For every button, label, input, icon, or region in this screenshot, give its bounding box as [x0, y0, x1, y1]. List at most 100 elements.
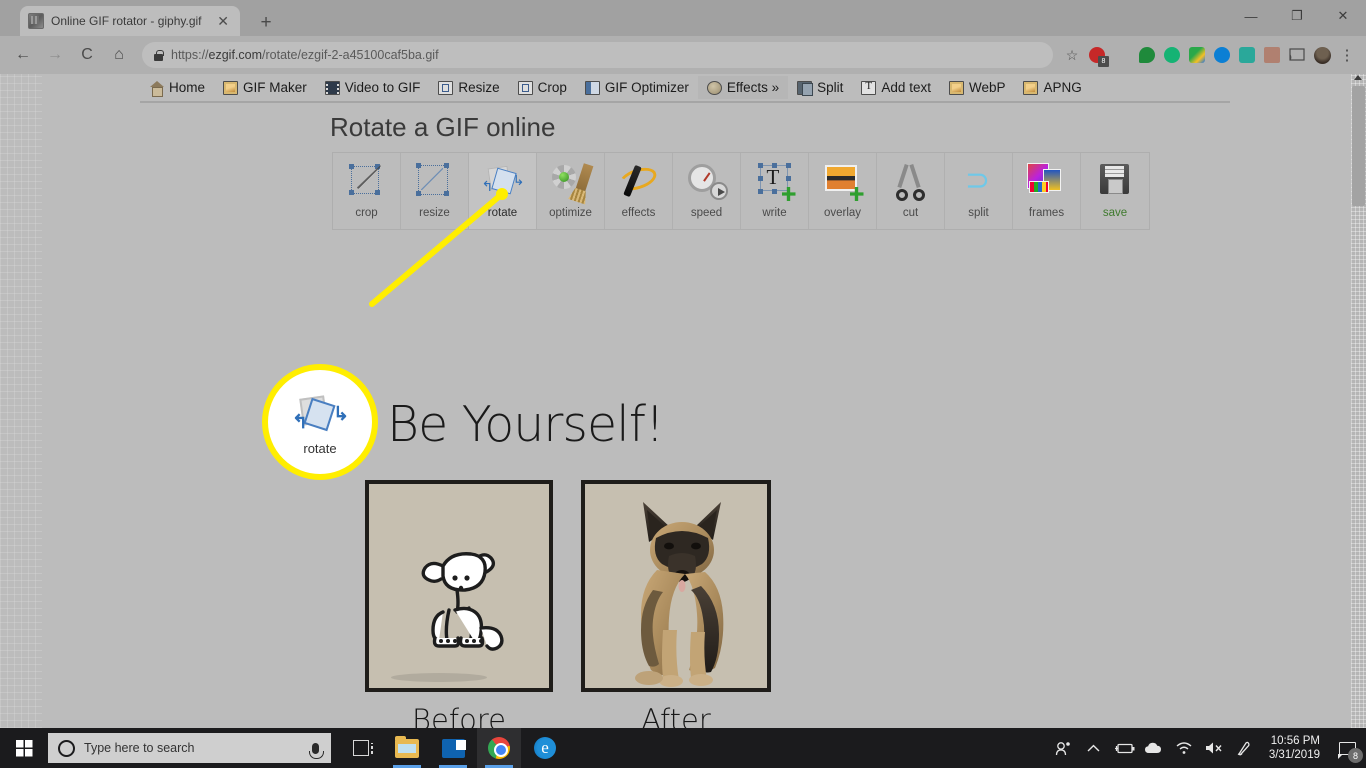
- scroll-up-arrow-icon[interactable]: [1354, 75, 1362, 80]
- close-tab-icon[interactable]: ✕: [214, 14, 232, 28]
- green-balloon-extension-icon[interactable]: [1136, 44, 1158, 66]
- nav-item-apng[interactable]: APNG: [1014, 76, 1090, 99]
- lock-icon: [154, 49, 164, 61]
- tool-effects[interactable]: effects: [605, 153, 673, 229]
- forward-button[interactable]: →: [40, 41, 70, 69]
- effects-palette-icon: [706, 80, 722, 95]
- tool-write[interactable]: T write: [741, 153, 809, 229]
- scrollbar-thumb[interactable]: [1352, 86, 1365, 206]
- grey-circle-extension-icon[interactable]: [1111, 44, 1133, 66]
- nav-item-effects[interactable]: Effects »: [697, 76, 789, 99]
- taskbar-file-explorer[interactable]: [385, 728, 429, 768]
- speed-tool-icon: [685, 161, 729, 201]
- nav-item-resize[interactable]: Resize: [429, 76, 508, 99]
- nav-item-gif-maker[interactable]: GIF Maker: [214, 76, 316, 99]
- tool-label: resize: [419, 207, 450, 219]
- nav-item-add-text[interactable]: Add text: [852, 76, 940, 99]
- task-view-button[interactable]: [339, 728, 383, 768]
- show-hidden-icons-chevron[interactable]: [1079, 728, 1109, 768]
- tool-label: write: [762, 207, 787, 219]
- optimizer-icon: [584, 80, 600, 95]
- green-square-extension-icon[interactable]: [1236, 44, 1258, 66]
- home-button[interactable]: ⌂: [104, 41, 134, 69]
- back-button[interactable]: ←: [8, 41, 38, 69]
- people-icon[interactable]: [1049, 728, 1079, 768]
- nav-item-crop[interactable]: Crop: [509, 76, 576, 99]
- taskbar-edge[interactable]: e: [523, 728, 567, 768]
- chrome-menu-icon[interactable]: ⋮: [1336, 44, 1358, 66]
- minimize-button[interactable]: —: [1228, 0, 1274, 32]
- nav-item-video-to-gif[interactable]: Video to GIF: [316, 76, 430, 99]
- taskbar-outlook[interactable]: [431, 728, 475, 768]
- window-controls: — ❐ ✕: [1228, 0, 1366, 36]
- nav-item-webp[interactable]: WebP: [940, 76, 1015, 99]
- gif-panel-after: [581, 480, 771, 692]
- start-button[interactable]: [0, 728, 48, 768]
- adblock-plus-icon[interactable]: 8: [1086, 44, 1109, 67]
- bookmark-star-icon[interactable]: ☆: [1061, 44, 1083, 66]
- google-drive-icon[interactable]: [1186, 44, 1208, 66]
- wifi-icon[interactable]: [1169, 728, 1199, 768]
- nav-label: GIF Optimizer: [604, 80, 689, 95]
- caption-before: Before Retouching: [365, 705, 553, 728]
- tool-resize[interactable]: resize: [401, 153, 469, 229]
- tool-cut[interactable]: cut: [877, 153, 945, 229]
- tab-strip: Online GIF rotator - giphy.gif ✕ + — ❐ ✕: [0, 0, 1366, 36]
- new-tab-button[interactable]: +: [254, 13, 278, 32]
- frames-tool-icon: [1025, 161, 1069, 201]
- cast-icon[interactable]: [1286, 44, 1308, 66]
- tool-overlay[interactable]: overlay: [809, 153, 877, 229]
- profile-avatar[interactable]: [1311, 44, 1333, 66]
- nav-label: Add text: [881, 80, 931, 95]
- nav-label: Crop: [537, 80, 567, 95]
- action-center-button[interactable]: 8: [1330, 728, 1364, 768]
- nav-item-gif-optimizer[interactable]: GIF Optimizer: [576, 76, 698, 99]
- extensions-row: ☆ 8 ⋮: [1061, 44, 1358, 67]
- tool-frames[interactable]: frames: [1013, 153, 1081, 229]
- resize-icon: [438, 80, 454, 95]
- page-scrollbar[interactable]: [1351, 74, 1366, 728]
- nav-divider: [140, 101, 1230, 103]
- nav-item-split[interactable]: Split: [788, 76, 852, 99]
- blue-ring-extension-icon[interactable]: [1211, 44, 1233, 66]
- tool-optimize[interactable]: optimize: [537, 153, 605, 229]
- adobe-acrobat-icon[interactable]: [1261, 44, 1283, 66]
- nav-label: Video to GIF: [344, 80, 421, 95]
- tool-crop[interactable]: crop: [333, 153, 401, 229]
- address-bar[interactable]: https://ezgif.com/rotate/ezgif-2-a45100c…: [142, 42, 1053, 68]
- notification-count-badge: 8: [1348, 748, 1363, 763]
- tool-label: save: [1102, 207, 1128, 219]
- doodle-dog-drawing: [421, 552, 504, 651]
- battery-icon[interactable]: [1109, 728, 1139, 768]
- overlay-tool-icon: [821, 161, 865, 201]
- rotate-tool-icon: ↰ ↳: [481, 161, 525, 201]
- clock-date: 3/31/2019: [1268, 749, 1320, 761]
- onedrive-icon[interactable]: [1139, 728, 1169, 768]
- reload-button[interactable]: C: [72, 41, 102, 69]
- nav-item-home[interactable]: Home: [140, 76, 214, 99]
- tool-label: effects: [621, 207, 656, 219]
- pen-icon[interactable]: [1229, 728, 1259, 768]
- tool-rotate[interactable]: ↰ ↳ rotate: [469, 153, 537, 229]
- nav-label: Resize: [458, 80, 500, 95]
- maximize-button[interactable]: ❐: [1274, 0, 1320, 32]
- tool-split[interactable]: ⊂ split: [945, 153, 1013, 229]
- microphone-icon[interactable]: [309, 742, 324, 759]
- browser-tab[interactable]: Online GIF rotator - giphy.gif ✕: [20, 6, 240, 36]
- task-view-icon: [353, 740, 373, 756]
- grammarly-icon[interactable]: [1161, 44, 1183, 66]
- url-text: https://ezgif.com/rotate/ezgif-2-a45100c…: [171, 48, 439, 62]
- tool-save[interactable]: save: [1081, 153, 1149, 229]
- optimize-tool-icon: [549, 161, 593, 201]
- gif-preview-image[interactable]: Be Yourself! Before After: [365, 370, 780, 728]
- page-left-pattern: [0, 74, 42, 728]
- volume-muted-icon[interactable]: [1199, 728, 1229, 768]
- taskbar-chrome[interactable]: [477, 728, 521, 768]
- nav-label: APNG: [1043, 80, 1082, 95]
- tool-speed[interactable]: speed: [673, 153, 741, 229]
- adblock-badge: 8: [1098, 56, 1109, 67]
- close-window-button[interactable]: ✕: [1320, 0, 1366, 32]
- taskbar-search-box[interactable]: Type here to search: [48, 733, 331, 763]
- taskbar-clock[interactable]: 10:56 PM 3/31/2019: [1259, 734, 1330, 763]
- nav-label: Home: [169, 80, 206, 95]
